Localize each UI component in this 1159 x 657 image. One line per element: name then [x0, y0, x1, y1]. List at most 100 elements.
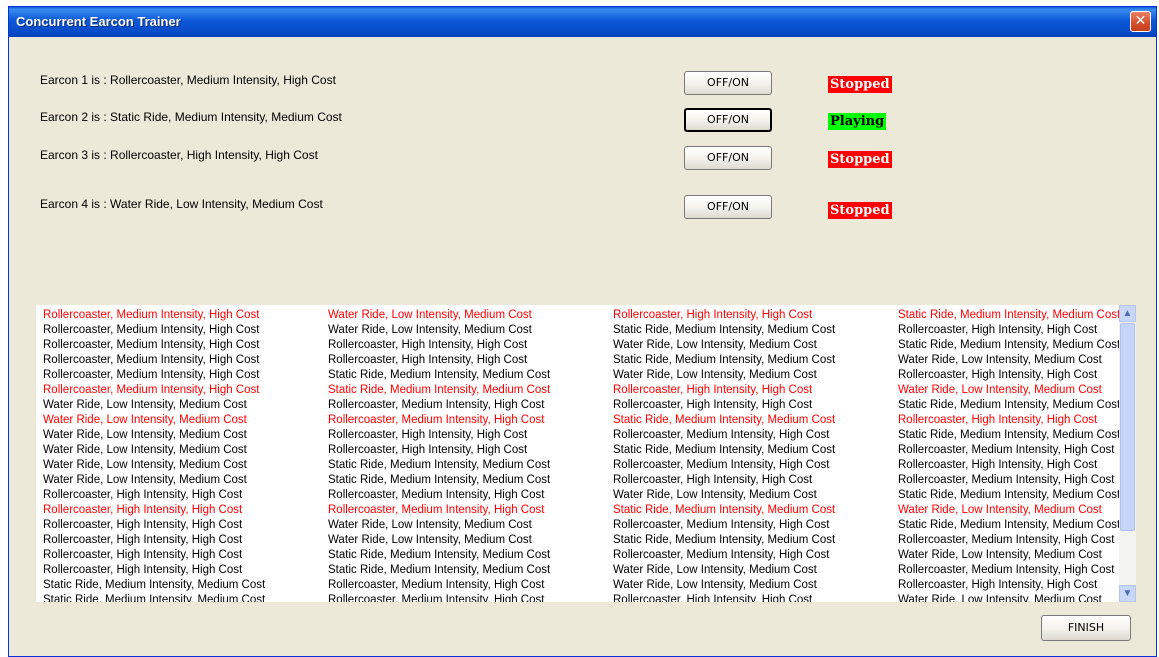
- list-item[interactable]: Water Ride, Low Intensity, Medium Cost: [328, 308, 550, 323]
- list-item[interactable]: Rollercoaster, High Intensity, High Cost: [43, 503, 265, 518]
- list-item[interactable]: Rollercoaster, Medium Intensity, High Co…: [898, 563, 1124, 578]
- list-item[interactable]: Static Ride, Medium Intensity, Medium Co…: [613, 353, 835, 368]
- earcon-2-status-badge: Playing: [828, 113, 887, 130]
- list-item[interactable]: Rollercoaster, High Intensity, High Cost: [43, 518, 265, 533]
- list-item[interactable]: Rollercoaster, Medium Intensity, High Co…: [43, 323, 265, 338]
- list-item[interactable]: Rollercoaster, High Intensity, High Cost: [328, 443, 550, 458]
- list-item[interactable]: Water Ride, Low Intensity, Medium Cost: [43, 473, 265, 488]
- list-item[interactable]: Water Ride, Low Intensity, Medium Cost: [898, 593, 1124, 602]
- list-item[interactable]: Static Ride, Medium Intensity, Medium Co…: [898, 518, 1124, 533]
- list-item[interactable]: Static Ride, Medium Intensity, Medium Co…: [328, 563, 550, 578]
- scroll-down-icon[interactable]: ▼: [1119, 585, 1136, 602]
- list-item[interactable]: Static Ride, Medium Intensity, Medium Co…: [43, 578, 265, 593]
- list-item[interactable]: Rollercoaster, High Intensity, High Cost: [613, 308, 835, 323]
- list-item[interactable]: Rollercoaster, Medium Intensity, High Co…: [613, 518, 835, 533]
- list-item[interactable]: Rollercoaster, High Intensity, High Cost: [613, 383, 835, 398]
- list-item[interactable]: Rollercoaster, High Intensity, High Cost: [43, 548, 265, 563]
- list-item[interactable]: Static Ride, Medium Intensity, Medium Co…: [613, 533, 835, 548]
- earcon-3-toggle-button[interactable]: OFF/ON: [684, 146, 772, 170]
- list-item[interactable]: Water Ride, Low Intensity, Medium Cost: [898, 353, 1124, 368]
- close-icon[interactable]: ✕: [1130, 11, 1151, 32]
- list-item[interactable]: Water Ride, Low Intensity, Medium Cost: [613, 488, 835, 503]
- list-item[interactable]: Water Ride, Low Intensity, Medium Cost: [43, 458, 265, 473]
- list-item[interactable]: Water Ride, Low Intensity, Medium Cost: [613, 368, 835, 383]
- list-item[interactable]: Water Ride, Low Intensity, Medium Cost: [43, 443, 265, 458]
- list-item[interactable]: Rollercoaster, High Intensity, High Cost: [43, 488, 265, 503]
- list-item[interactable]: Water Ride, Low Intensity, Medium Cost: [328, 323, 550, 338]
- list-item[interactable]: Rollercoaster, High Intensity, High Cost: [328, 428, 550, 443]
- list-item[interactable]: Water Ride, Low Intensity, Medium Cost: [613, 563, 835, 578]
- earcon-4-toggle-button[interactable]: OFF/ON: [684, 195, 772, 219]
- list-item[interactable]: Rollercoaster, Medium Intensity, High Co…: [328, 578, 550, 593]
- earcon-2-label: Earcon 2 is : Static Ride, Medium Intens…: [40, 110, 342, 124]
- list-item[interactable]: Rollercoaster, Medium Intensity, High Co…: [43, 353, 265, 368]
- earcon-4-label: Earcon 4 is : Water Ride, Low Intensity,…: [40, 197, 323, 211]
- list-scrollbar[interactable]: ▲ ▼: [1119, 305, 1136, 602]
- list-item[interactable]: Static Ride, Medium Intensity, Medium Co…: [898, 338, 1124, 353]
- list-item[interactable]: Rollercoaster, Medium Intensity, High Co…: [43, 338, 265, 353]
- list-item[interactable]: Rollercoaster, Medium Intensity, High Co…: [328, 398, 550, 413]
- list-item[interactable]: Water Ride, Low Intensity, Medium Cost: [328, 533, 550, 548]
- earcon-history-list[interactable]: Rollercoaster, Medium Intensity, High Co…: [36, 305, 1136, 602]
- list-item[interactable]: Water Ride, Low Intensity, Medium Cost: [898, 548, 1124, 563]
- list-item[interactable]: Rollercoaster, High Intensity, High Cost: [328, 338, 550, 353]
- list-item[interactable]: Rollercoaster, Medium Intensity, High Co…: [43, 368, 265, 383]
- list-item[interactable]: Rollercoaster, Medium Intensity, High Co…: [328, 488, 550, 503]
- list-item[interactable]: Rollercoaster, Medium Intensity, High Co…: [898, 443, 1124, 458]
- list-item[interactable]: Static Ride, Medium Intensity, Medium Co…: [613, 503, 835, 518]
- list-item[interactable]: Rollercoaster, High Intensity, High Cost: [613, 593, 835, 602]
- list-item[interactable]: Water Ride, Low Intensity, Medium Cost: [328, 518, 550, 533]
- list-item[interactable]: Static Ride, Medium Intensity, Medium Co…: [613, 323, 835, 338]
- earcon-3-label: Earcon 3 is : Rollercoaster, High Intens…: [40, 148, 318, 162]
- list-item[interactable]: Static Ride, Medium Intensity, Medium Co…: [613, 413, 835, 428]
- list-item[interactable]: Water Ride, Low Intensity, Medium Cost: [43, 398, 265, 413]
- earcon-3-status-badge: Stopped: [828, 151, 892, 168]
- list-item[interactable]: Rollercoaster, Medium Intensity, High Co…: [613, 548, 835, 563]
- list-item[interactable]: Static Ride, Medium Intensity, Medium Co…: [613, 443, 835, 458]
- list-column-4: Static Ride, Medium Intensity, Medium Co…: [898, 308, 1124, 602]
- list-item[interactable]: Static Ride, Medium Intensity, Medium Co…: [328, 548, 550, 563]
- list-item[interactable]: Rollercoaster, High Intensity, High Cost: [898, 413, 1124, 428]
- list-item[interactable]: Rollercoaster, Medium Intensity, High Co…: [898, 473, 1124, 488]
- list-item[interactable]: Rollercoaster, High Intensity, High Cost: [898, 458, 1124, 473]
- scroll-thumb[interactable]: [1120, 323, 1135, 531]
- list-item[interactable]: Rollercoaster, Medium Intensity, High Co…: [43, 383, 265, 398]
- list-item[interactable]: Rollercoaster, Medium Intensity, High Co…: [898, 533, 1124, 548]
- list-item[interactable]: Water Ride, Low Intensity, Medium Cost: [613, 338, 835, 353]
- list-item[interactable]: Static Ride, Medium Intensity, Medium Co…: [328, 383, 550, 398]
- list-item[interactable]: Rollercoaster, High Intensity, High Cost: [43, 563, 265, 578]
- list-item[interactable]: Rollercoaster, High Intensity, High Cost: [613, 398, 835, 413]
- list-item[interactable]: Static Ride, Medium Intensity, Medium Co…: [328, 368, 550, 383]
- list-item[interactable]: Static Ride, Medium Intensity, Medium Co…: [43, 593, 265, 602]
- list-item[interactable]: Rollercoaster, High Intensity, High Cost: [898, 368, 1124, 383]
- list-item[interactable]: Rollercoaster, Medium Intensity, High Co…: [613, 428, 835, 443]
- list-item[interactable]: Rollercoaster, Medium Intensity, High Co…: [328, 593, 550, 602]
- title-bar[interactable]: Concurrent Earcon Trainer ✕: [9, 7, 1156, 37]
- list-item[interactable]: Rollercoaster, Medium Intensity, High Co…: [328, 413, 550, 428]
- list-item[interactable]: Static Ride, Medium Intensity, Medium Co…: [898, 308, 1124, 323]
- list-item[interactable]: Static Ride, Medium Intensity, Medium Co…: [328, 473, 550, 488]
- scroll-up-icon[interactable]: ▲: [1119, 305, 1136, 322]
- finish-button[interactable]: FINISH: [1041, 615, 1131, 641]
- list-item[interactable]: Water Ride, Low Intensity, Medium Cost: [43, 428, 265, 443]
- list-item[interactable]: Water Ride, Low Intensity, Medium Cost: [898, 503, 1124, 518]
- list-item[interactable]: Rollercoaster, High Intensity, High Cost: [43, 533, 265, 548]
- list-item[interactable]: Rollercoaster, High Intensity, High Cost: [898, 323, 1124, 338]
- earcon-row-1: Earcon 1 is : Rollercoaster, Medium Inte…: [9, 70, 1156, 96]
- list-item[interactable]: Rollercoaster, Medium Intensity, High Co…: [43, 308, 265, 323]
- list-item[interactable]: Static Ride, Medium Intensity, Medium Co…: [898, 398, 1124, 413]
- list-item[interactable]: Static Ride, Medium Intensity, Medium Co…: [898, 488, 1124, 503]
- earcon-2-toggle-button[interactable]: OFF/ON: [684, 108, 772, 132]
- earcon-1-toggle-button[interactable]: OFF/ON: [684, 71, 772, 95]
- list-item[interactable]: Water Ride, Low Intensity, Medium Cost: [613, 578, 835, 593]
- list-item[interactable]: Rollercoaster, Medium Intensity, High Co…: [613, 458, 835, 473]
- list-item[interactable]: Rollercoaster, High Intensity, High Cost: [328, 353, 550, 368]
- list-column-2: Water Ride, Low Intensity, Medium Cost Wa…: [328, 308, 550, 602]
- list-item[interactable]: Rollercoaster, Medium Intensity, High Co…: [328, 503, 550, 518]
- list-item[interactable]: Static Ride, Medium Intensity, Medium Co…: [328, 458, 550, 473]
- list-item[interactable]: Static Ride, Medium Intensity, Medium Co…: [898, 428, 1124, 443]
- list-item[interactable]: Water Ride, Low Intensity, Medium Cost: [898, 383, 1124, 398]
- list-item[interactable]: Rollercoaster, High Intensity, High Cost: [898, 578, 1124, 593]
- list-item[interactable]: Water Ride, Low Intensity, Medium Cost: [43, 413, 265, 428]
- list-item[interactable]: Rollercoaster, High Intensity, High Cost: [613, 473, 835, 488]
